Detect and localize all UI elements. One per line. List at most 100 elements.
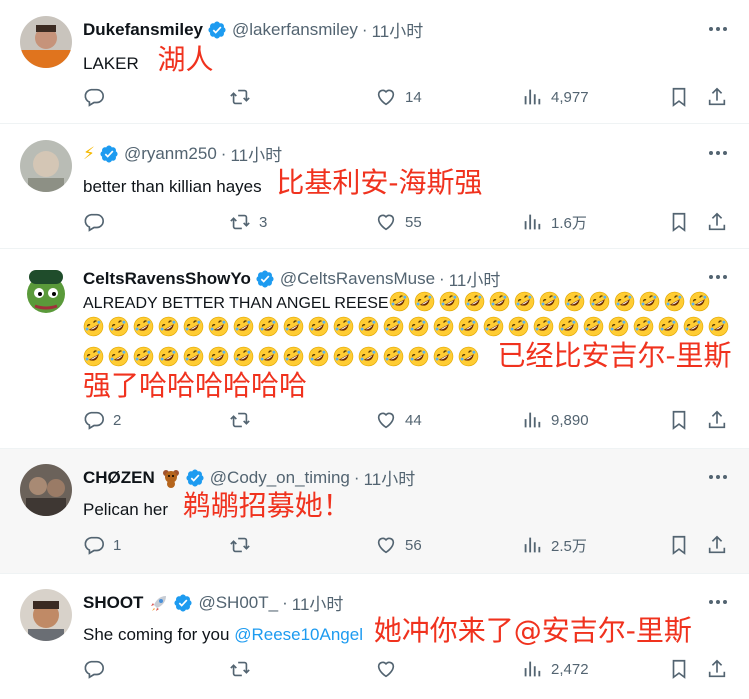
repost-icon [230,412,250,428]
bookmark-icon [672,535,686,555]
handle[interactable]: @SH00T_ [198,593,278,613]
separator-dot: · [282,592,288,612]
like-button[interactable]: 44 [375,409,422,431]
tweet-text: better than killian hayes 比基利安-海斯强 [83,168,482,199]
tweet-text: She coming for you @Reese10Angel 她冲你来了@安… [83,616,692,647]
rolling-laughing-emoji-icon [533,316,554,337]
rolling-laughing-emoji-icon [183,346,204,367]
rolling-laughing-emoji-icon [458,346,479,367]
share-button[interactable] [706,409,728,431]
tweet-text-content: She coming for you [83,625,230,644]
bookmark-icon [672,659,686,679]
views-button[interactable]: 9,890 [521,409,589,431]
bookmark-button[interactable] [668,211,690,233]
more-options-icon[interactable] [707,273,729,281]
separator-dot: · [439,268,445,288]
more-options-icon[interactable] [707,473,729,481]
separator-dot: · [361,19,368,39]
tweet-text-content: Pelican her [83,500,169,519]
rolling-laughing-emoji-icon [639,291,659,312]
reply-button[interactable] [83,86,113,108]
views-chart-icon [524,214,541,230]
heart-icon [377,89,395,106]
repost-button[interactable] [229,534,259,556]
rolling-laughing-emoji-icon [183,316,204,337]
display-name[interactable]: SHOOT [83,593,143,613]
handle[interactable]: @lakerfansmiley [232,20,358,40]
like-button[interactable] [375,658,405,680]
tweet-text-content: LAKER [83,54,139,73]
avatar[interactable] [20,589,72,641]
display-name[interactable]: CeltsRavensShowYo [83,269,251,289]
rolling-laughing-emoji-icon [564,291,584,312]
rolling-laughing-emoji-icon [408,316,429,337]
more-options-icon[interactable] [707,149,729,157]
rolling-laughing-emoji-icon [283,346,304,367]
handle[interactable]: @ryanm250 [124,144,217,164]
tweet-5[interactable]: SHOOT @SH00T_ · 11小时 She coming for you … [0,574,749,699]
timestamp[interactable]: 11小时 [230,141,282,166]
like-button[interactable]: 56 [375,534,422,556]
display-name[interactable]: CHØZEN [83,468,155,488]
verified-badge-icon [173,593,193,613]
reply-button[interactable]: 2 [83,409,121,431]
rolling-laughing-emoji-icon [414,291,434,312]
avatar[interactable] [20,264,72,316]
share-button[interactable] [706,534,728,556]
rolling-laughing-emoji-icon [439,291,459,312]
avatar[interactable] [20,16,72,68]
tweet-4[interactable]: CHØZEN @Cody_on_timing · 11小时 Pelican he… [0,449,749,574]
display-name[interactable]: ⚡ [83,144,95,164]
tweet-3[interactable]: CeltsRavensShowYo @CeltsRavensMuse · 11小… [0,249,749,449]
tweet-1[interactable]: Dukefansmiley @lakerfansmiley · 11小时 LAK… [0,0,749,124]
rolling-laughing-emoji-icon [258,316,279,337]
display-name[interactable]: Dukefansmiley [83,20,203,40]
reply-button[interactable] [83,658,113,680]
bookmark-button[interactable] [668,409,690,431]
bookmark-button[interactable] [668,534,690,556]
mention-link[interactable]: @Reese10Angel [234,625,363,644]
handle[interactable]: @Cody_on_timing [210,468,350,488]
views-button[interactable]: 1.6万 [521,211,587,233]
rolling-laughing-emoji-icon [539,291,559,312]
reply-button[interactable] [83,211,113,233]
more-options-icon[interactable] [707,25,729,33]
bookmark-button[interactable] [668,658,690,680]
like-button[interactable]: 55 [375,211,422,233]
tweet-text: Pelican her 鹈鹕招募她！ [83,491,351,522]
timestamp[interactable]: 11小时 [372,17,424,42]
rocket-icon [149,593,169,613]
timestamp[interactable]: 11小时 [292,590,344,615]
views-chart-icon [524,537,541,553]
rolling-laughing-emoji-icon [433,316,454,337]
repost-button[interactable] [229,658,259,680]
share-button[interactable] [706,86,728,108]
bookmark-button[interactable] [668,86,690,108]
avatar[interactable] [20,464,72,516]
rolling-laughing-emoji-icon [283,316,304,337]
action-bar: 2,472 [83,658,733,682]
action-bar: 2 44 9,890 [83,409,733,433]
avatar[interactable] [20,140,72,192]
like-button[interactable]: 14 [375,86,422,108]
repost-button[interactable]: 3 [229,211,267,233]
share-button[interactable] [706,658,728,680]
reply-button[interactable]: 1 [83,534,121,556]
rolling-laughing-emoji-icon [308,346,329,367]
repost-icon [230,661,250,677]
tweet-2[interactable]: ⚡ @ryanm250 · 11小时 better than killian h… [0,124,749,249]
share-icon [708,212,726,231]
timestamp[interactable]: 11小时 [449,266,501,291]
views-button[interactable]: 2,472 [521,658,589,680]
rolling-laughing-emoji-icon [683,316,704,337]
timestamp[interactable]: 11小时 [364,465,416,490]
handle[interactable]: @CeltsRavensMuse [280,269,435,289]
share-icon [708,659,726,678]
repost-button[interactable] [229,409,259,431]
views-button[interactable]: 2.5万 [521,534,587,556]
rolling-laughing-emoji-icon [158,346,179,367]
repost-button[interactable] [229,86,259,108]
share-button[interactable] [706,211,728,233]
more-options-icon[interactable] [707,598,729,606]
views-button[interactable]: 4,977 [521,86,589,108]
